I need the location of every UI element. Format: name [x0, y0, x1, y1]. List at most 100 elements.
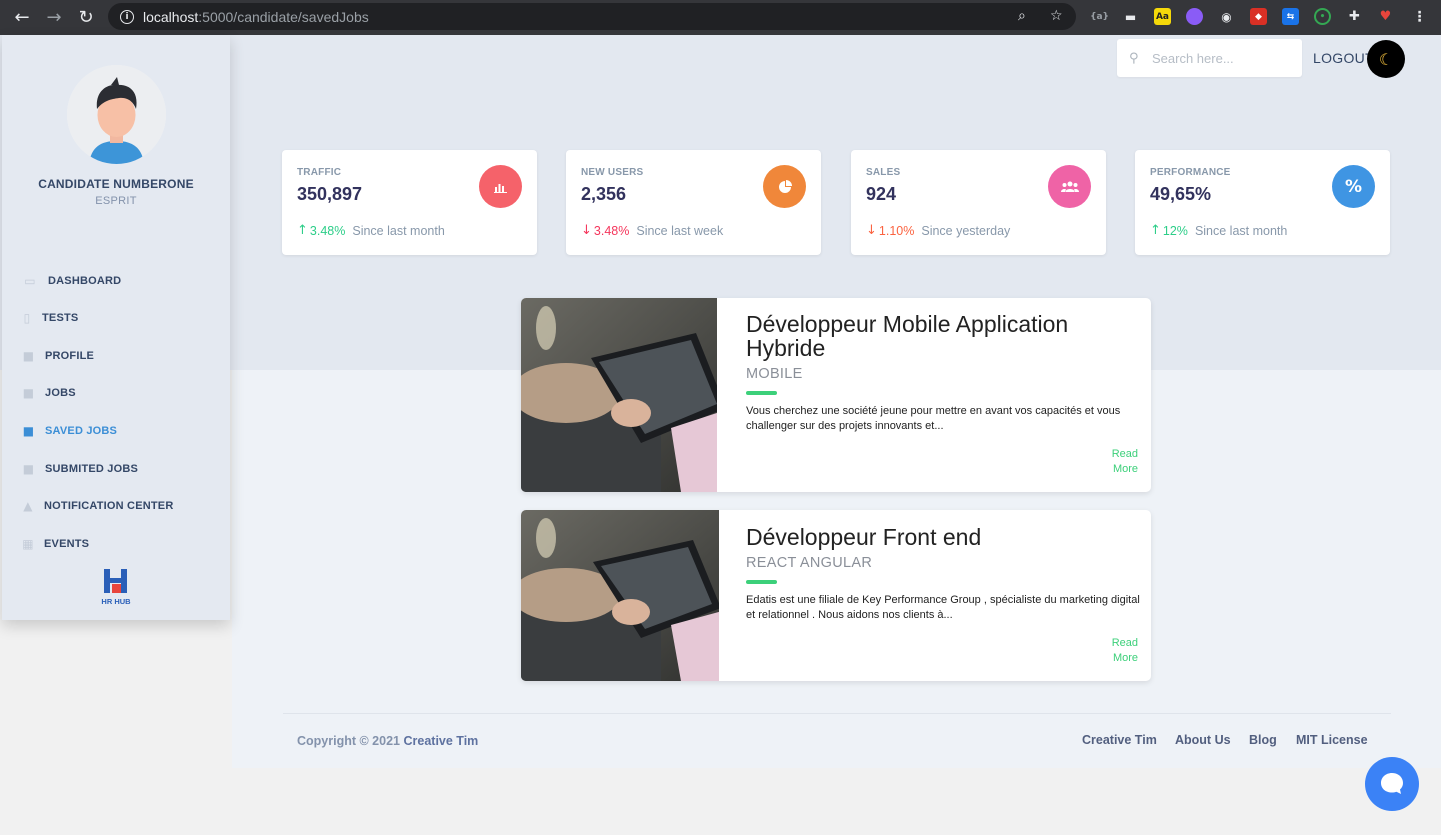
sidebar-item-label: TESTS: [42, 311, 79, 324]
stat-change: 12%: [1162, 223, 1188, 238]
address-bar[interactable]: i localhost:5000/candidate/savedJobs ⌕ ☆: [108, 3, 1076, 30]
cast-extension-icon[interactable]: ▬: [1122, 8, 1139, 25]
arrow-up-icon: ↑: [297, 223, 308, 238]
search-icon: ⚲: [1129, 51, 1139, 66]
ublock-extension-icon[interactable]: ◆: [1250, 8, 1267, 25]
stat-since: Since last week: [636, 223, 724, 238]
puzzle-extensions-icon[interactable]: ✚: [1346, 8, 1363, 25]
sidebar: CANDIDATE NUMBERONE ESPRIT ▭ DASHBOARD ▯…: [2, 35, 230, 620]
briefcase-icon: ■: [22, 348, 35, 363]
stat-since: Since last month: [352, 223, 445, 238]
bookmark-star-icon[interactable]: ☆: [1050, 8, 1063, 24]
zoom-icon[interactable]: ⌕: [1018, 8, 1026, 24]
bar-chart-icon: [479, 165, 522, 208]
arrow-down-icon: ↓: [866, 223, 877, 238]
stat-footer: ↓ 3.48% Since last week: [581, 223, 723, 238]
stat-card-performance: PERFORMANCE 49,65% % ↑ 12% Since last mo…: [1135, 150, 1390, 255]
stat-card-sales: SALES 924 ↓ 1.10% Since yesterday: [851, 150, 1106, 255]
arrow-up-icon: ↑: [1150, 223, 1161, 238]
job-category: REACT ANGULAR: [746, 555, 873, 571]
sidebar-item-label: SAVED JOBS: [45, 424, 118, 437]
read-more-link[interactable]: Read More: [1108, 447, 1138, 477]
users-icon: [1048, 165, 1091, 208]
search-box[interactable]: ⚲: [1117, 39, 1302, 77]
stat-footer: ↑ 12% Since last month: [1150, 223, 1287, 238]
footer-divider: [283, 713, 1391, 714]
moon-icon[interactable]: ☾: [1367, 40, 1405, 78]
stat-value: 49,65%: [1150, 184, 1212, 204]
logout-link[interactable]: LOGOUT: [1313, 50, 1374, 66]
stat-label: NEW USERS: [581, 167, 644, 178]
sidebar-item-label: PROFILE: [45, 349, 95, 362]
arrow-down-icon: ↓: [581, 223, 592, 238]
read-more-link[interactable]: Read More: [1108, 636, 1138, 666]
back-arrow-icon[interactable]: ←: [6, 2, 38, 34]
sidebar-item-label: JOBS: [45, 386, 76, 399]
forward-arrow-icon[interactable]: →: [38, 2, 70, 34]
chat-bubble-button[interactable]: [1365, 757, 1419, 811]
profile-avatar-icon[interactable]: ♥: [1377, 8, 1394, 25]
bell-icon: ▲: [23, 498, 33, 513]
job-title[interactable]: Développeur Front end: [746, 525, 1141, 549]
monitor-icon: ▭: [24, 273, 36, 288]
stat-footer: ↓ 1.10% Since yesterday: [866, 223, 1010, 238]
search-input[interactable]: [1152, 50, 1292, 66]
json-extension-icon[interactable]: {a}: [1090, 8, 1109, 25]
job-image: [521, 510, 731, 681]
sidebar-item-events[interactable]: ▦ EVENTS: [22, 537, 90, 551]
footer-link-mit-license[interactable]: MIT License: [1296, 733, 1368, 747]
stat-change: 3.48%: [309, 223, 346, 238]
stat-value: 350,897: [297, 184, 363, 204]
address-url[interactable]: localhost:5000/candidate/savedJobs: [143, 9, 369, 25]
page: CANDIDATE NUMBERONE ESPRIT ▭ DASHBOARD ▯…: [0, 35, 1441, 835]
sidebar-item-label: DASHBOARD: [48, 274, 122, 287]
briefcase-icon: ■: [22, 423, 35, 438]
sidebar-item-tests[interactable]: ▯ TESTS: [22, 310, 79, 325]
job-image: [521, 298, 731, 492]
stat-value: 924: [866, 184, 897, 204]
pie-chart-icon: [763, 165, 806, 208]
job-title[interactable]: Développeur Mobile Application Hybride: [746, 312, 1141, 360]
copyright: Copyright © 2021 Creative Tim: [297, 734, 478, 748]
footer-link-creative-tim[interactable]: Creative Tim: [1082, 733, 1157, 747]
stat-since: Since yesterday: [921, 223, 1011, 238]
kebab-menu-icon[interactable]: ⋮: [1411, 8, 1428, 25]
sidebar-item-saved-jobs[interactable]: ■ SAVED JOBS: [22, 423, 118, 438]
browser-toolbar: ← → ↻ i localhost:5000/candidate/savedJo…: [0, 0, 1441, 35]
sidebar-item-profile[interactable]: ■ PROFILE: [22, 348, 95, 363]
translate-extension-icon[interactable]: ⇆: [1282, 8, 1299, 25]
document-icon: ▯: [23, 310, 31, 325]
copyright-brand-link[interactable]: Creative Tim: [403, 734, 478, 748]
sidebar-item-dashboard[interactable]: ▭ DASHBOARD: [22, 273, 122, 288]
logo-text: HR HUB: [101, 597, 131, 606]
stat-since: Since last month: [1194, 223, 1288, 238]
camera-extension-icon[interactable]: ◉: [1218, 8, 1235, 25]
percent-icon: %: [1332, 165, 1375, 208]
sidebar-item-notification-center[interactable]: ▲ NOTIFICATION CENTER: [22, 498, 173, 513]
job-description: Edatis est une filiale de Key Performanc…: [746, 594, 1140, 621]
sidebar-item-jobs[interactable]: ■ JOBS: [22, 386, 76, 400]
footer-link-blog[interactable]: Blog: [1249, 733, 1277, 747]
dictionary-extension-icon[interactable]: Aa: [1154, 8, 1171, 25]
stat-label: TRAFFIC: [297, 167, 342, 178]
sidebar-item-label: EVENTS: [44, 537, 90, 550]
sidebar-item-submited-jobs[interactable]: ■ SUBMITED JOBS: [22, 461, 139, 476]
stat-value: 2,356: [581, 184, 627, 204]
chat-icon: [1381, 773, 1403, 794]
stat-change: 1.10%: [878, 223, 915, 238]
site-info-icon[interactable]: i: [120, 9, 134, 24]
stat-card-new-users: NEW USERS 2,356 ↓ 3.48% Since last week: [566, 150, 821, 255]
stat-change: 3.48%: [593, 223, 630, 238]
stat-footer: ↑ 3.48% Since last month: [297, 223, 445, 238]
job-card: Développeur Front end REACT ANGULAR Edat…: [521, 510, 1151, 681]
color-extension-icon[interactable]: [1186, 8, 1203, 25]
footer-link-about-us[interactable]: About Us: [1175, 733, 1231, 747]
stat-label: SALES: [866, 167, 901, 178]
briefcase-icon: ■: [22, 461, 35, 476]
profile-name: CANDIDATE NUMBERONE: [38, 177, 194, 191]
target-extension-icon[interactable]: •: [1314, 8, 1331, 25]
sidebar-item-label: SUBMITED JOBS: [45, 462, 139, 475]
reload-icon[interactable]: ↻: [70, 2, 102, 34]
job-category: MOBILE: [746, 366, 803, 382]
stat-card-traffic: TRAFFIC 350,897 ↑ 3.48% Since last month: [282, 150, 537, 255]
